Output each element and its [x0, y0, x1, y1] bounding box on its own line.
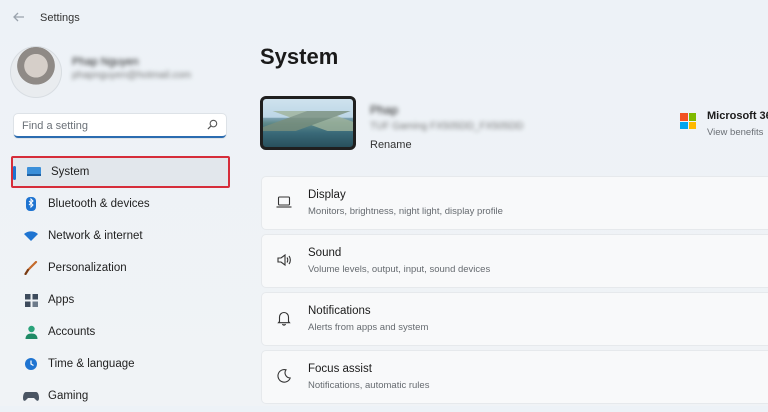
device-name: Phap — [370, 103, 399, 117]
card-title: Notifications — [308, 305, 371, 317]
sidebar-item-accounts[interactable]: Accounts — [10, 316, 232, 348]
wifi-icon — [22, 228, 40, 244]
rename-link[interactable]: Rename — [370, 139, 412, 151]
monitor-icon — [25, 164, 43, 180]
card-notifications[interactable]: Notifications Alerts from apps and syste… — [262, 293, 768, 345]
card-subtitle: Alerts from apps and system — [308, 322, 429, 333]
sidebar-item-bluetooth[interactable]: Bluetooth & devices — [10, 188, 232, 220]
view-benefits-link[interactable]: View benefits — [707, 127, 763, 138]
title-bar: Settings — [0, 0, 768, 36]
sidebar-item-personalization[interactable]: Personalization — [10, 252, 232, 284]
card-subtitle: Volume levels, output, input, sound devi… — [308, 264, 491, 275]
apps-icon — [22, 292, 40, 308]
sidebar-item-label: Network & internet — [48, 230, 143, 242]
card-subtitle: Notifications, automatic rules — [308, 380, 430, 391]
sidebar-item-network[interactable]: Network & internet — [10, 220, 232, 252]
sidebar-item-label: Time & language — [48, 358, 135, 370]
device-wallpaper-thumbnail — [260, 96, 356, 150]
sidebar-item-system[interactable]: System — [11, 156, 230, 188]
sidebar-item-label: Accounts — [48, 326, 96, 338]
back-arrow-icon[interactable] — [12, 10, 26, 24]
avatar — [10, 46, 62, 98]
card-display[interactable]: Display Monitors, brightness, night ligh… — [262, 177, 768, 229]
sidebar-nav: System Bluetooth & devices Network & int… — [10, 156, 232, 412]
person-icon — [22, 324, 40, 340]
card-subtitle: Monitors, brightness, night light, displ… — [308, 206, 503, 217]
user-profile[interactable]: Phap Nguyen phapnguyen@hotmail.com — [8, 46, 238, 102]
profile-name: Phap Nguyen — [72, 56, 139, 68]
sidebar-item-label: Gaming — [48, 390, 89, 402]
sidebar-item-apps[interactable]: Apps — [10, 284, 232, 316]
moon-icon — [277, 369, 291, 383]
sidebar-item-label: Apps — [48, 294, 75, 306]
speaker-icon — [277, 253, 291, 267]
page-title: System — [260, 44, 339, 69]
device-model: TUF Gaming FX505DD_FX505DD — [370, 121, 524, 132]
microsoft-logo-icon — [680, 113, 696, 129]
gamepad-icon — [22, 388, 40, 404]
app-title: Settings — [40, 12, 80, 24]
laptop-icon — [276, 196, 292, 208]
card-title: Display — [308, 189, 346, 201]
sidebar-item-time-language[interactable]: Time & language — [10, 348, 232, 380]
search-box[interactable]: Find a setting — [14, 114, 226, 138]
wallpaper-landscape — [263, 111, 353, 131]
bell-icon — [277, 311, 291, 326]
search-input[interactable]: Find a setting — [22, 120, 88, 132]
sidebar-item-label: System — [51, 166, 90, 178]
sidebar-item-gaming[interactable]: Gaming — [10, 380, 232, 412]
bluetooth-icon — [22, 196, 40, 212]
card-title: Sound — [308, 247, 342, 259]
sidebar-item-label: Bluetooth & devices — [48, 198, 150, 210]
microsoft-365-title[interactable]: Microsoft 365 — [707, 110, 768, 122]
card-focus-assist[interactable]: Focus assist Notifications, automatic ru… — [262, 351, 768, 403]
sidebar-item-label: Personalization — [48, 262, 127, 274]
globe-clock-icon — [22, 356, 40, 372]
brush-icon — [22, 260, 40, 276]
profile-email: phapnguyen@hotmail.com — [72, 70, 192, 81]
card-sound[interactable]: Sound Volume levels, output, input, soun… — [262, 235, 768, 287]
card-title: Focus assist — [308, 363, 372, 375]
settings-cards: Display Monitors, brightness, night ligh… — [262, 177, 768, 409]
search-icon — [207, 119, 218, 130]
